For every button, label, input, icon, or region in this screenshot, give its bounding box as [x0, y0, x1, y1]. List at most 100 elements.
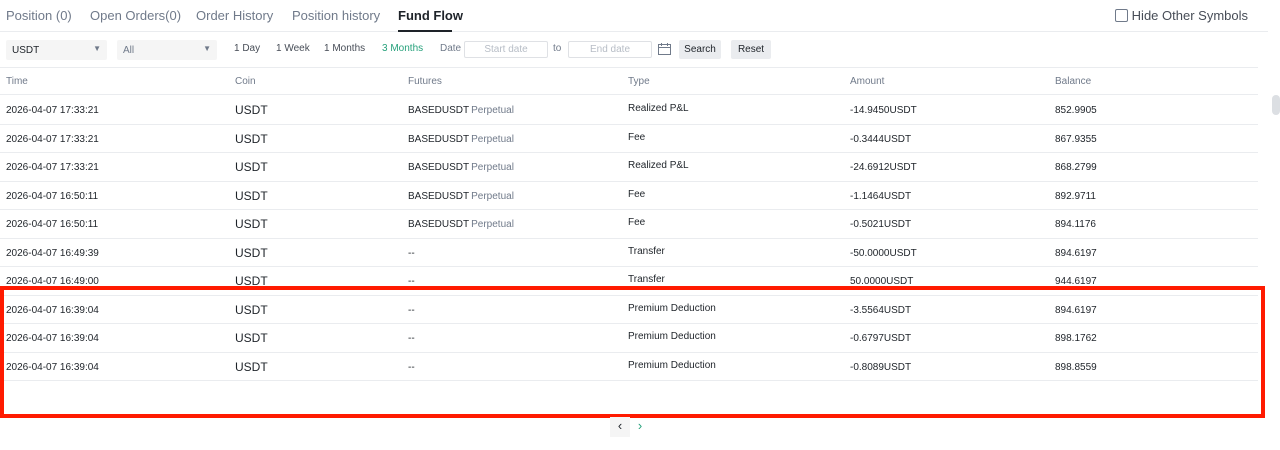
cell-coin: USDT — [235, 131, 268, 146]
table-body: 2026-04-07 17:33:21 USDT BASEDUSDT Perpetua… — [0, 96, 1258, 381]
cell-futures: BASEDUSDT Perpetual — [408, 191, 514, 202]
cell-balance: 868.2799 — [1055, 162, 1097, 173]
cell-type: Transfer — [628, 245, 665, 257]
cell-futures: -- — [408, 248, 415, 259]
futures-kind: Perpetual — [471, 133, 514, 145]
chevron-down-icon: ▼ — [203, 44, 211, 53]
column-header-time: Time — [6, 76, 28, 87]
start-date-input[interactable]: Start date — [464, 41, 548, 58]
prev-page-button[interactable]: ‹ — [610, 417, 630, 437]
futures-symbol: BASEDUSDT — [408, 162, 470, 173]
cell-amount: -3.5564USDT — [850, 304, 912, 316]
cell-time: 2026-04-07 17:33:21 — [6, 162, 99, 173]
cell-coin: USDT — [235, 359, 268, 374]
period-3-months[interactable]: 3 Months — [382, 43, 423, 54]
futures-symbol: -- — [408, 361, 415, 373]
calendar-icon[interactable] — [658, 43, 671, 55]
table-row: 2026-04-07 16:50:11 USDT BASEDUSDT Perpetua… — [0, 182, 1258, 210]
tab-position[interactable]: Position (0) — [6, 8, 72, 23]
tab-order-history[interactable]: Order History — [196, 8, 273, 23]
cell-time: 2026-04-07 16:49:00 — [6, 276, 99, 287]
to-label: to — [553, 43, 562, 54]
cell-balance: 944.6197 — [1055, 276, 1097, 287]
tab-position-history[interactable]: Position history — [292, 8, 380, 23]
end-date-input[interactable]: End date — [568, 41, 652, 58]
tab-bar: Position (0) Open Orders(0) Order Histor… — [0, 0, 1268, 32]
cell-amount: -0.3444USDT — [850, 133, 912, 145]
type-select[interactable]: All ▼ — [117, 40, 217, 60]
cell-type: Transfer — [628, 274, 665, 285]
coin-select-value: USDT — [12, 45, 40, 56]
cell-futures: BASEDUSDT Perpetual — [408, 219, 514, 230]
cell-coin: USDT — [235, 103, 268, 117]
period-1-months[interactable]: 1 Months — [324, 43, 365, 54]
next-page-button[interactable]: › — [630, 417, 650, 437]
futures-symbol: BASEDUSDT — [408, 133, 470, 145]
cell-coin: USDT — [235, 188, 268, 203]
table-row: 2026-04-07 16:39:04 USDT -- Premium Deducti… — [0, 353, 1258, 381]
cell-type: Premium Deduction — [628, 331, 716, 342]
cell-time: 2026-04-07 17:33:21 — [6, 133, 99, 145]
date-label: Date — [440, 43, 462, 54]
cell-futures: BASEDUSDT Perpetual — [408, 134, 514, 145]
period-1-week[interactable]: 1 Week — [276, 43, 310, 54]
cell-type: Premium Deduction — [628, 359, 716, 371]
filter-bar: USDT ▼ All ▼ 1 Day 1 Week 1 Months 3 Mon… — [0, 38, 1268, 60]
cell-coin: USDT — [235, 302, 268, 317]
cell-type: Premium Deduction — [628, 302, 716, 314]
futures-kind: Perpetual — [471, 105, 514, 116]
cell-coin: USDT — [235, 274, 268, 288]
cell-amount: -0.5021USDT — [850, 219, 912, 230]
cell-balance: 894.1176 — [1055, 219, 1096, 230]
reset-button[interactable]: Reset — [731, 40, 771, 59]
tab-fund-flow[interactable]: Fund Flow — [398, 8, 463, 23]
cell-time: 2026-04-07 16:39:04 — [6, 361, 99, 373]
cell-futures: BASEDUSDT Perpetual — [408, 105, 514, 116]
cell-type: Fee — [628, 131, 646, 143]
search-button[interactable]: Search — [679, 40, 721, 59]
type-select-value: All — [123, 45, 135, 56]
futures-symbol: BASEDUSDT — [408, 190, 470, 202]
table-row: 2026-04-07 16:49:00 USDT -- Transfer 50.0000… — [0, 267, 1258, 296]
cell-amount: -1.1464USDT — [850, 190, 912, 202]
table-row: 2026-04-07 17:33:21 USDT BASEDUSDT Perpetua… — [0, 125, 1258, 153]
table-row: 2026-04-07 16:39:04 USDT -- Premium Deducti… — [0, 296, 1258, 324]
futures-symbol: -- — [408, 247, 415, 259]
cell-balance: 867.9355 — [1055, 133, 1097, 145]
cell-futures: -- — [408, 276, 415, 287]
table-row: 2026-04-07 17:33:21 USDT BASEDUSDT Perpetua… — [0, 153, 1258, 182]
active-tab-indicator — [398, 30, 452, 32]
cell-time: 2026-04-07 17:33:21 — [6, 105, 99, 116]
futures-symbol: -- — [408, 276, 415, 287]
hide-other-symbols-checkbox[interactable] — [1114, 9, 1128, 22]
cell-amount: 50.0000USDT — [850, 276, 914, 287]
futures-symbol: -- — [408, 333, 415, 344]
scrollbar-thumb[interactable] — [1272, 95, 1280, 115]
futures-symbol: BASEDUSDT — [408, 219, 470, 230]
cell-futures: -- — [408, 305, 415, 316]
cell-coin: USDT — [235, 245, 268, 260]
cell-coin: USDT — [235, 331, 268, 345]
futures-kind: Perpetual — [471, 219, 514, 230]
cell-time: 2026-04-07 16:50:11 — [6, 219, 99, 230]
tab-open-orders[interactable]: Open Orders(0) — [90, 8, 181, 23]
column-header-balance: Balance — [1055, 76, 1092, 87]
cell-balance: 898.1762 — [1055, 333, 1097, 344]
table-row: 2026-04-07 16:49:39 USDT -- Transfer -50.000… — [0, 239, 1258, 267]
cell-balance: 892.9711 — [1055, 190, 1096, 202]
futures-kind: Perpetual — [471, 162, 514, 173]
futures-kind: Perpetual — [471, 190, 514, 202]
hide-other-symbols-toggle[interactable]: Hide Other Symbols — [1114, 8, 1248, 23]
pagination: ‹ › — [610, 417, 650, 437]
coin-select[interactable]: USDT ▼ — [6, 40, 107, 60]
period-1-day[interactable]: 1 Day — [234, 43, 260, 54]
table-row: 2026-04-07 16:39:04 USDT -- Premium Deducti… — [0, 324, 1258, 353]
cell-amount: -0.6797USDT — [850, 333, 912, 344]
cell-balance: 894.6197 — [1055, 247, 1097, 259]
chevron-down-icon: ▼ — [93, 44, 101, 53]
cell-coin: USDT — [235, 160, 268, 174]
cell-time: 2026-04-07 16:49:39 — [6, 247, 99, 259]
cell-balance: 898.8559 — [1055, 361, 1097, 373]
cell-type: Realized P&L — [628, 103, 689, 114]
cell-time: 2026-04-07 16:39:04 — [6, 304, 99, 316]
